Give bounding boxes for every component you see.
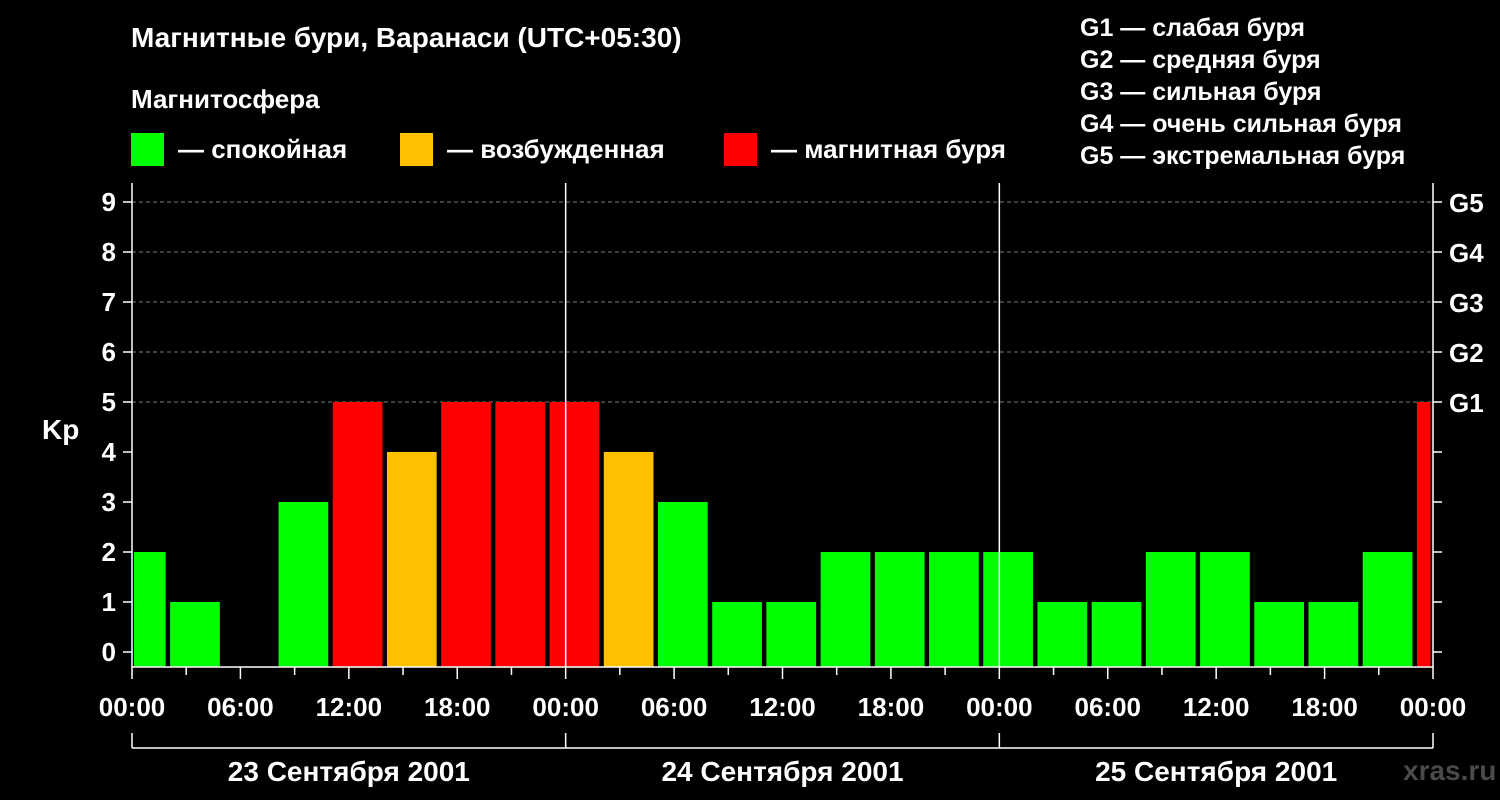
y-tick-label-3: 3 (102, 487, 116, 517)
x-tick-label-5: 06:00 (641, 692, 708, 722)
x-tick-label-12: 00:00 (1400, 692, 1467, 722)
x-tick-label-1: 06:00 (207, 692, 274, 722)
kp-bar-10 (658, 502, 708, 667)
g-label-G4: G4 (1449, 238, 1484, 268)
kp-bar-14 (874, 552, 925, 667)
y-tick-label-8: 8 (102, 237, 116, 267)
kp-bar-5 (386, 452, 437, 667)
x-tick-label-11: 18:00 (1291, 692, 1358, 722)
x-tick-label-9: 06:00 (1075, 692, 1142, 722)
x-tick-label-4: 00:00 (532, 692, 599, 722)
y-tick-label-1: 1 (102, 587, 116, 617)
kp-bar-11 (712, 602, 762, 667)
kp-bar-13 (820, 552, 871, 667)
y-tick-label-0: 0 (102, 637, 116, 667)
x-tick-label-2: 12:00 (316, 692, 383, 722)
kp-chart: 0 1 2 3 4 5 6 7 8 9 G1 G2 G3 G4 G5 Kp 00:00 06:00 12:00 18:… (42, 183, 1484, 787)
g-label-G1: G1 (1449, 388, 1484, 418)
y-tick-label-7: 7 (102, 287, 116, 317)
g-label-G5: G5 (1449, 188, 1484, 218)
x-tick-label-6: 12:00 (749, 692, 816, 722)
kp-bar-4 (332, 402, 383, 667)
g-label-G3: G3 (1449, 288, 1484, 318)
x-tick-label-7: 18:00 (858, 692, 925, 722)
y-tick-label-9: 9 (102, 187, 116, 217)
kp-bar-6 (441, 402, 491, 667)
day-label-0: 23 Сентября 2001 (228, 756, 470, 787)
y-tick-label-6: 6 (102, 337, 116, 367)
kp-bar-20 (1200, 552, 1250, 667)
kp-bar-24 (1416, 402, 1431, 667)
kp-bar-19 (1145, 552, 1196, 667)
kp-bar-7 (495, 402, 546, 667)
kp-bar-23 (1362, 552, 1413, 667)
x-tick-label-8: 00:00 (966, 692, 1033, 722)
y-axis-label: Kp (42, 414, 79, 445)
kp-bar-8 (549, 402, 600, 667)
y-tick-label-2: 2 (102, 537, 116, 567)
y-tick-label-5: 5 (102, 387, 116, 417)
kp-bar-21 (1254, 602, 1304, 667)
x-tick-label-10: 12:00 (1183, 692, 1250, 722)
kp-bar-1 (170, 602, 220, 667)
kp-bar-17 (1037, 602, 1088, 667)
day-label-1: 24 Сентября 2001 (661, 756, 903, 787)
watermark: xras.ru (1403, 755, 1497, 786)
kp-bar-18 (1091, 602, 1142, 667)
kp-bar-22 (1308, 602, 1359, 667)
day-label-2: 25 Сентября 2001 (1095, 756, 1337, 787)
x-tick-label-3: 18:00 (424, 692, 491, 722)
kp-bar-15 (929, 552, 979, 667)
kp-bar-12 (766, 602, 817, 667)
g-label-G2: G2 (1449, 338, 1484, 368)
kp-bar-0 (134, 552, 166, 667)
x-tick-label-0: 00:00 (99, 692, 166, 722)
kp-bar-3 (278, 502, 329, 667)
kp-bar-9 (603, 452, 654, 667)
kp-bar-16 (983, 552, 1033, 667)
y-tick-label-4: 4 (102, 437, 117, 467)
